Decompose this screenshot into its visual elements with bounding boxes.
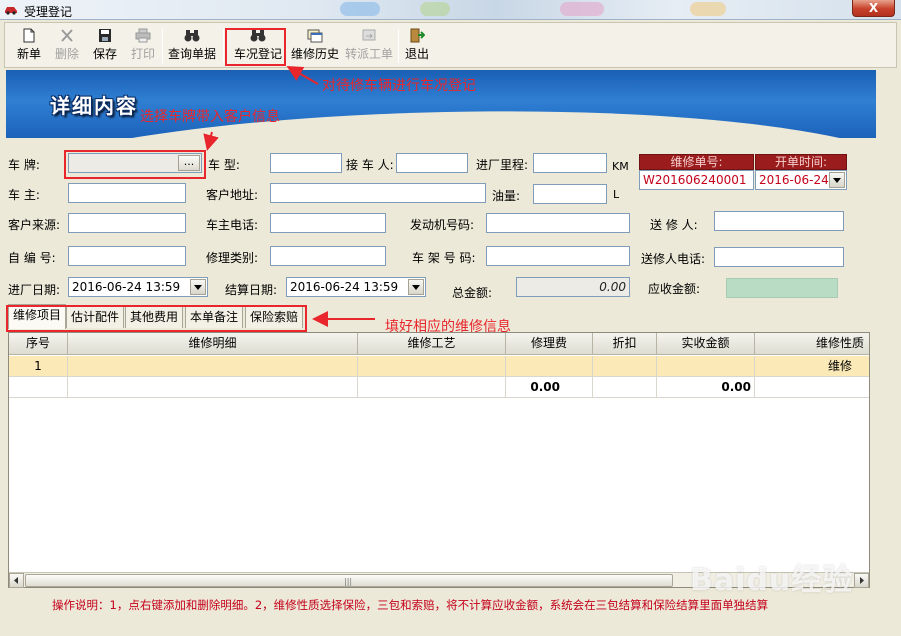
annotation-tabs: 填好相应的维修信息 <box>385 319 511 335</box>
annotation-plate: 选择车牌带入客户信息 <box>140 109 280 125</box>
annotation-vehicle-check: 对待修车辆进行车况登记 <box>322 78 476 94</box>
